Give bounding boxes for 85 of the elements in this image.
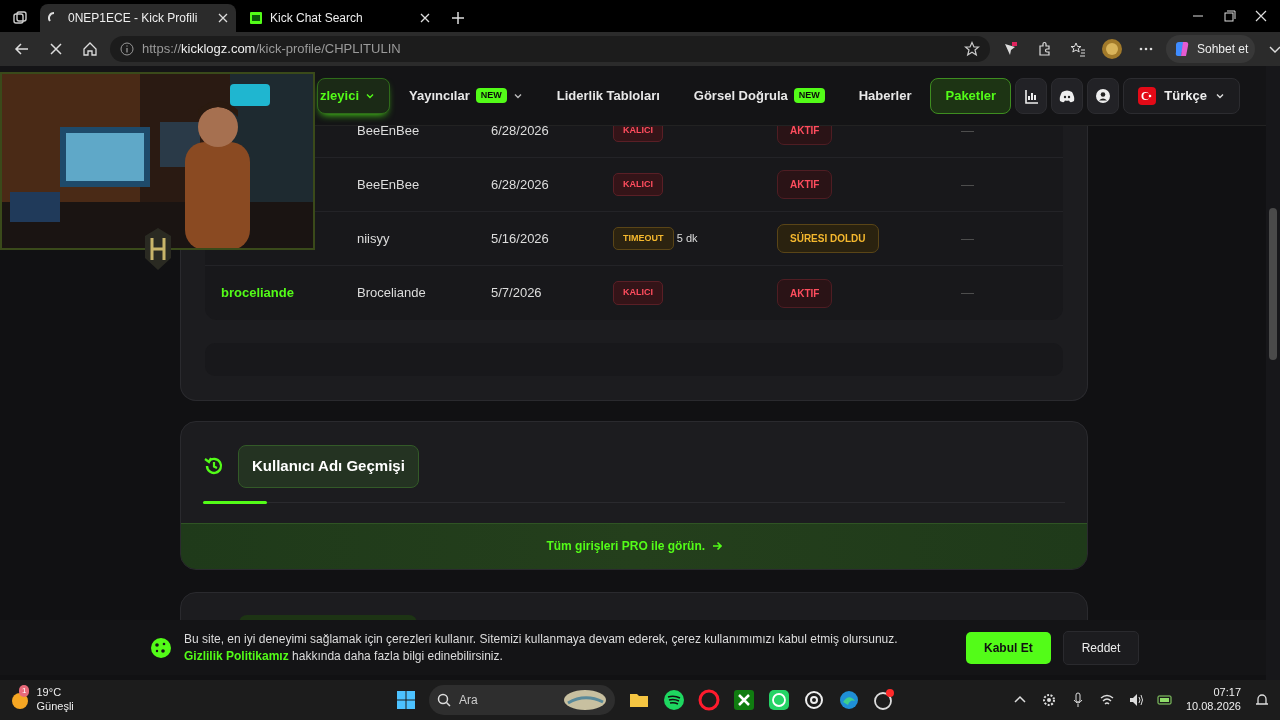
puzzle-icon[interactable] (1036, 41, 1052, 57)
profile-avatar[interactable] (1102, 39, 1122, 59)
weather-text: Güneşli (36, 700, 74, 714)
workspaces-icon[interactable] (12, 10, 28, 26)
nav-item[interactable]: Liderlik Tabloları (541, 77, 675, 114)
close-icon[interactable] (420, 13, 430, 23)
table-cell: BeeEnBee (357, 122, 420, 138)
volume-icon[interactable] (1127, 692, 1144, 708)
close-icon[interactable] (218, 13, 228, 23)
new-badge: NEW (793, 87, 825, 104)
status-badge: AKTIF (777, 278, 833, 308)
favicon-icon (250, 12, 262, 24)
ban-type-badge: KALICI (613, 172, 663, 197)
search-icon (437, 693, 451, 707)
icon-button[interactable] (1087, 77, 1120, 114)
cookie-notice: Bu site, en iyi deneyimi sağlamak için çerezleri kullanır. Sitemizi kullanmaya devam ederek, çerez kullanımımızı kabul etmiş olursunuz. Gizlilik Politikamız hakkında daha fazla bilgi edinebilirsiniz. (184, 630, 899, 665)
cookie-icon (150, 636, 172, 659)
status-badge: SÜRESI DOLDU (777, 224, 879, 253)
icon-button[interactable] (1051, 77, 1084, 114)
pro-link[interactable]: Tüm girişleri PRO ile görün. (546, 537, 722, 555)
browser-ring-icon[interactable] (698, 689, 720, 711)
edge-icon[interactable] (838, 689, 860, 711)
info-icon (120, 42, 134, 56)
username-link[interactable]: broceliande (221, 285, 294, 301)
status-badge: AKTIF (777, 170, 833, 199)
new-tab-icon[interactable] (450, 10, 466, 26)
clock[interactable]: 07:17 10.08.2026 (1185, 686, 1241, 714)
icon-button[interactable] (1015, 77, 1048, 114)
browser-tab[interactable]: 0NEP1ECE - Kick Profili (40, 4, 236, 32)
restore-icon[interactable] (1223, 10, 1236, 22)
reject-button[interactable]: Reddet (1062, 630, 1140, 665)
nav-item[interactable]: Yayıncılar NEW (394, 77, 538, 114)
table-cell: 5/7/2026 (491, 285, 542, 301)
chat-app-icon[interactable] (768, 689, 790, 711)
table-cell: BeeEnBee (357, 176, 420, 192)
battery-icon[interactable] (1156, 692, 1173, 708)
gear-icon[interactable] (1040, 692, 1057, 708)
section-title: Kullanıcı Adı Geçmişi (238, 445, 419, 488)
language-selector[interactable]: Türkçe (1123, 77, 1240, 114)
home-icon[interactable] (82, 41, 98, 57)
feedback-icon[interactable] (873, 689, 895, 711)
duration-text: 5 dk (676, 231, 698, 247)
nav-item[interactable]: Paketler (930, 77, 1012, 114)
table-cell: 6/28/2026 (491, 176, 549, 192)
temperature-text: 19°C (36, 686, 63, 700)
music-app-icon[interactable] (663, 689, 685, 711)
table-cell: — (961, 285, 974, 301)
scrollbar[interactable] (1266, 66, 1280, 680)
ban-type-badge: TIMEOUT (613, 226, 674, 251)
emblem-icon (145, 228, 171, 270)
notifications-icon[interactable] (1254, 692, 1270, 708)
user-icon (1095, 87, 1112, 104)
search-field[interactable]: Ara (429, 685, 615, 715)
extension-icon[interactable] (1002, 41, 1018, 57)
arrow-right-icon (711, 541, 722, 551)
nav-item[interactable]: Haberler (843, 77, 927, 114)
address-bar[interactable]: https://kicklogz.com/kick-profile/CHPLITULIN (110, 36, 990, 62)
table-cell: 5/16/2026 (491, 230, 549, 246)
browser-tab[interactable]: Kick Chat Search (242, 4, 438, 32)
notification-badge: 1 (19, 685, 30, 697)
nav-item[interactable]: Görsel Doğrula NEW (678, 77, 840, 114)
windows-icon[interactable] (396, 690, 416, 710)
sun-icon (10, 690, 30, 710)
weather-widget[interactable]: 1 19°C Güneşli (10, 686, 340, 714)
table-cell: 6/28/2026 (491, 122, 549, 138)
back-icon[interactable] (14, 41, 30, 57)
stop-icon[interactable] (48, 41, 64, 57)
nav-item[interactable]: zleyici (317, 77, 391, 114)
progress-indicator (203, 500, 267, 504)
table-cell: Broceliande (357, 285, 426, 301)
favorites-icon[interactable] (1070, 41, 1086, 57)
star-icon[interactable] (964, 41, 980, 57)
ban-type-badge: KALICI (613, 281, 663, 305)
copilot-button[interactable]: Sohbet et (1166, 35, 1255, 63)
table-cell: — (961, 230, 974, 246)
close-icon[interactable] (1255, 10, 1267, 22)
privacy-link[interactable]: Gizlilik Politikamız (184, 648, 289, 663)
stats-icon (1023, 87, 1040, 104)
game-app-icon[interactable] (733, 689, 755, 711)
accept-button[interactable]: Kabul Et (966, 631, 1051, 664)
table-cell: niisyy (357, 230, 390, 246)
flag-icon (1138, 86, 1157, 105)
table-cell: — (961, 176, 974, 192)
new-badge: NEW (475, 87, 507, 104)
table-cell: — (961, 122, 974, 138)
